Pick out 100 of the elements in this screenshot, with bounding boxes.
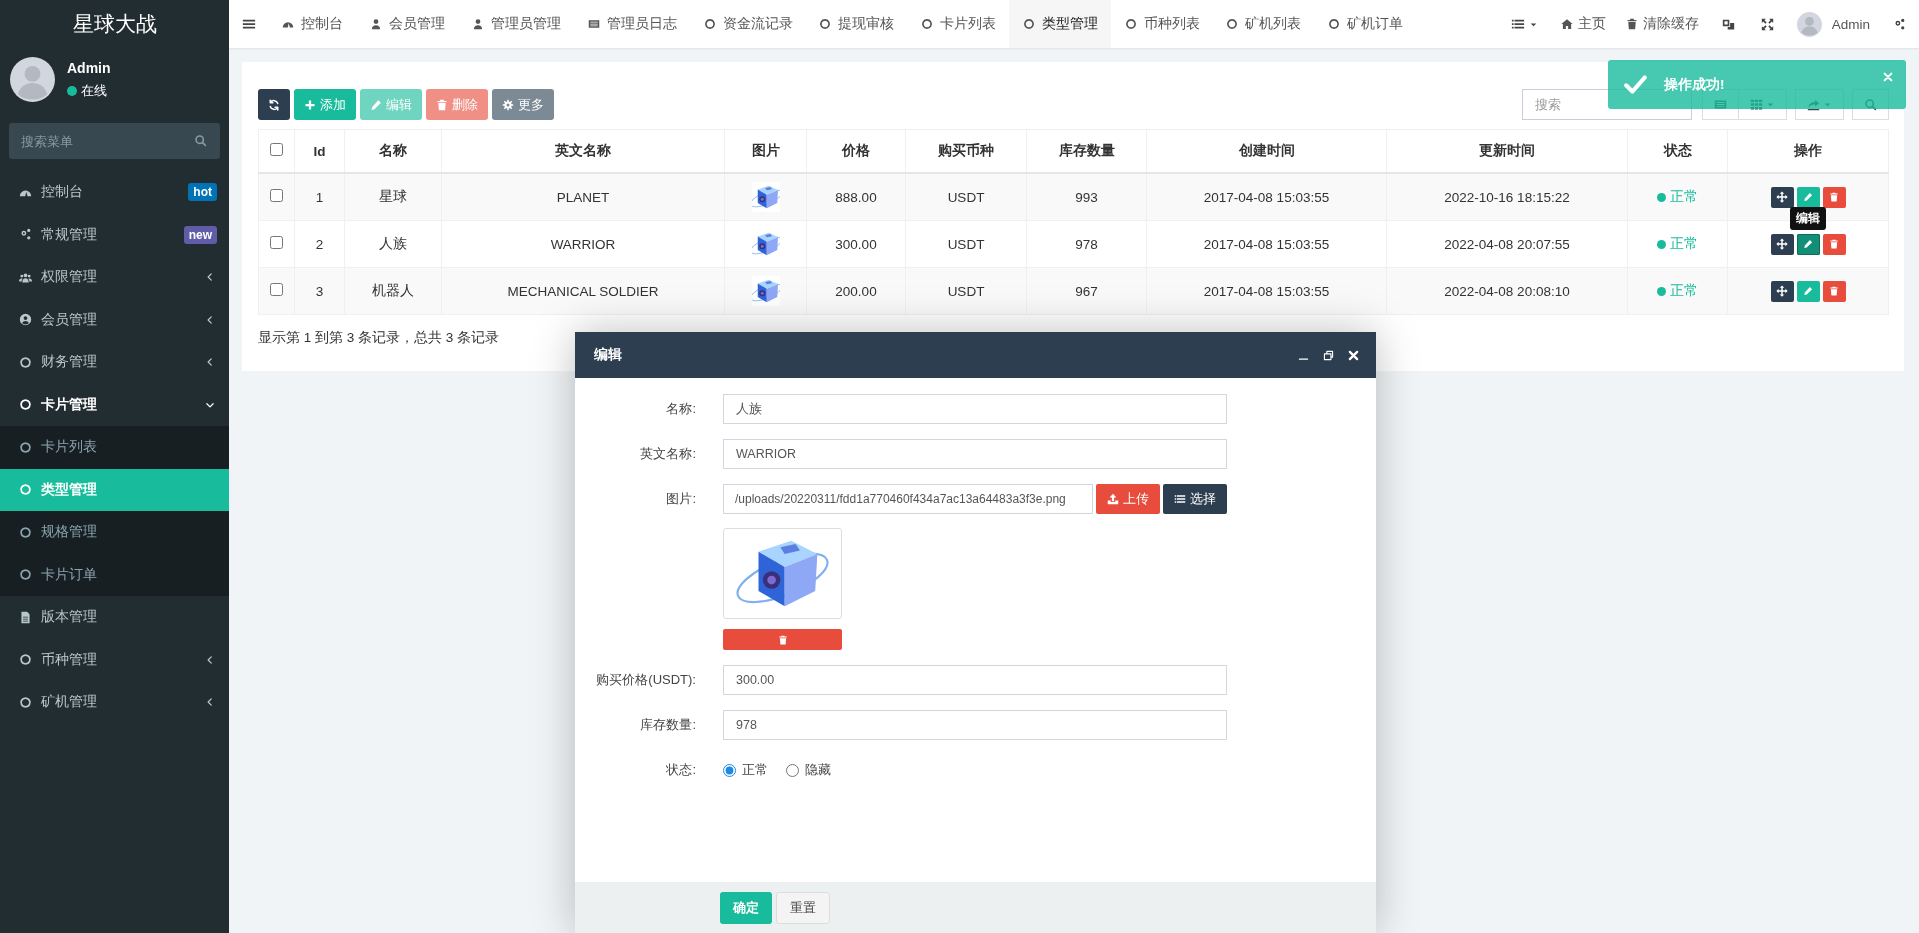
plus-icon [304,98,316,111]
table-cell: USDT [905,220,1027,268]
table-cell: 正常 [1627,173,1728,221]
table-cell: USDT [905,173,1027,221]
nav-tab[interactable]: 类型管理 [1009,0,1112,48]
close-icon[interactable] [1347,348,1360,362]
checkbox[interactable] [270,283,283,296]
nav-link[interactable]: 主页 [1550,15,1616,33]
table-cell: 888.00 [806,173,906,221]
reset-button[interactable]: 重置 [776,891,830,924]
nav-tab[interactable]: 资金流记录 [690,0,806,48]
nav-tab[interactable]: 卡片列表 [907,0,1010,48]
table-cell: PLANET [441,173,725,221]
nav-tab[interactable]: 币种列表 [1111,0,1214,48]
checkbox[interactable] [270,189,283,202]
user-icon [19,313,32,327]
drag-button[interactable] [1770,186,1794,208]
table-cell: 2022-04-08 20:08:10 [1386,267,1628,315]
user-name: Admin [67,59,111,76]
sidebar-item[interactable]: 卡片管理 [0,383,229,426]
refresh-icon [268,98,280,111]
nav-link[interactable]: 清除缓存 [1615,15,1709,33]
input-field[interactable]: 人族 [723,394,1227,424]
delete-button[interactable] [1822,280,1846,302]
sidebar-subitem[interactable]: 卡片列表 [0,426,229,469]
app-logo: 星球大战 [71,11,158,37]
maximize-icon[interactable] [1322,348,1335,362]
badge: new [183,225,217,244]
trash-icon [1829,239,1839,249]
input-field[interactable]: WARRIOR [723,439,1227,469]
nav-tab[interactable]: 管理员日志 [574,0,691,48]
table-cell: 人族 [344,220,442,268]
move-icon [1776,238,1788,250]
upload-icon [1107,493,1119,505]
field-label: 英文名称: [639,445,696,463]
table-cell: MECHANICAL SOLDIER [441,267,725,315]
pencil-icon [370,98,382,111]
radio-button[interactable] [786,763,799,777]
trash-icon [1829,286,1839,296]
nav-tab[interactable]: 矿机订单 [1314,0,1417,48]
pagination-info: 显示第 1 到第 3 条记录，总共 3 条记录 [258,329,501,347]
input-field[interactable]: 300.00 [723,665,1227,695]
fullscreen-icon [1760,17,1774,31]
choose-button[interactable]: 选择 [1163,484,1227,514]
sidebar-item[interactable]: 币种管理 [0,638,229,681]
translate-icon [1721,17,1735,31]
nav-tab[interactable]: 控制台 [269,0,357,48]
field-label: 图片: [665,490,696,508]
dialog-title: 编辑 [594,346,623,364]
gear-icon [502,98,514,111]
radio-option[interactable]: 隐藏 [786,761,831,779]
chevron-left-icon [205,654,215,665]
sidebar-item[interactable]: 控制台 hot [0,171,229,214]
delete-button[interactable] [1822,186,1846,208]
edit-button[interactable] [1796,186,1820,208]
table-cell: 993 [1026,173,1147,221]
table-cell: 2022-10-16 18:15:22 [1386,173,1628,221]
trash-icon [436,98,448,111]
edit-button[interactable] [1796,233,1820,255]
nav-tab[interactable]: 会员管理 [356,0,459,48]
chevron-left-icon [205,314,215,325]
home-icon [1560,18,1573,30]
search-field[interactable]: 搜索菜单 [9,123,220,159]
sidebar-item[interactable]: 财务管理 [0,341,229,384]
search-icon [194,134,207,147]
checkbox[interactable] [270,143,283,156]
nav-tab[interactable]: 矿机列表 [1213,0,1315,48]
table-cell: USDT [905,267,1027,315]
sidebar-item[interactable]: 版本管理 [0,596,229,639]
sidebar-item[interactable]: 矿机管理 [0,681,229,724]
sidebar-item[interactable]: 会员管理 [0,298,229,341]
nav-tab[interactable]: 提现审核 [805,0,908,48]
table-cell: 3 [294,267,345,315]
table-cell: 967 [1026,267,1147,315]
toast: 操作成功! [1608,60,1906,109]
user-icon [370,18,383,30]
nav-tab[interactable]: 管理员管理 [458,0,575,48]
avatar [1796,11,1822,37]
input-field[interactable]: /uploads/20220311/fdd1a770460f434a7ac13a64483a3f3e.png [723,484,1093,514]
more-button[interactable]: 更多 [492,89,554,120]
checkbox[interactable] [270,236,283,249]
sidebar-subitem[interactable]: 卡片订单 [0,553,229,596]
drag-button[interactable] [1770,280,1794,302]
table-cell: 300.00 [806,220,906,268]
sidebar-item[interactable]: 权限管理 [0,256,229,299]
pencil-icon [1803,192,1813,202]
sidebar-subitem[interactable]: 规格管理 [0,511,229,554]
table-cell: 2 [294,220,345,268]
trash-icon [1625,18,1638,30]
radio-option[interactable]: 正常 [723,761,768,779]
delete-button[interactable] [1822,233,1846,255]
upload-button[interactable]: 上传 [1096,484,1160,514]
table-cell: 200.00 [806,267,906,315]
user-menu[interactable]: Admin [1786,11,1880,37]
refresh-button[interactable] [258,89,290,120]
drag-button[interactable] [1770,233,1794,255]
trash-icon [1829,192,1839,202]
sidebar-item[interactable]: 常规管理 new [0,213,229,256]
input-field[interactable]: 978 [723,710,1227,740]
radio-button[interactable] [723,763,736,777]
